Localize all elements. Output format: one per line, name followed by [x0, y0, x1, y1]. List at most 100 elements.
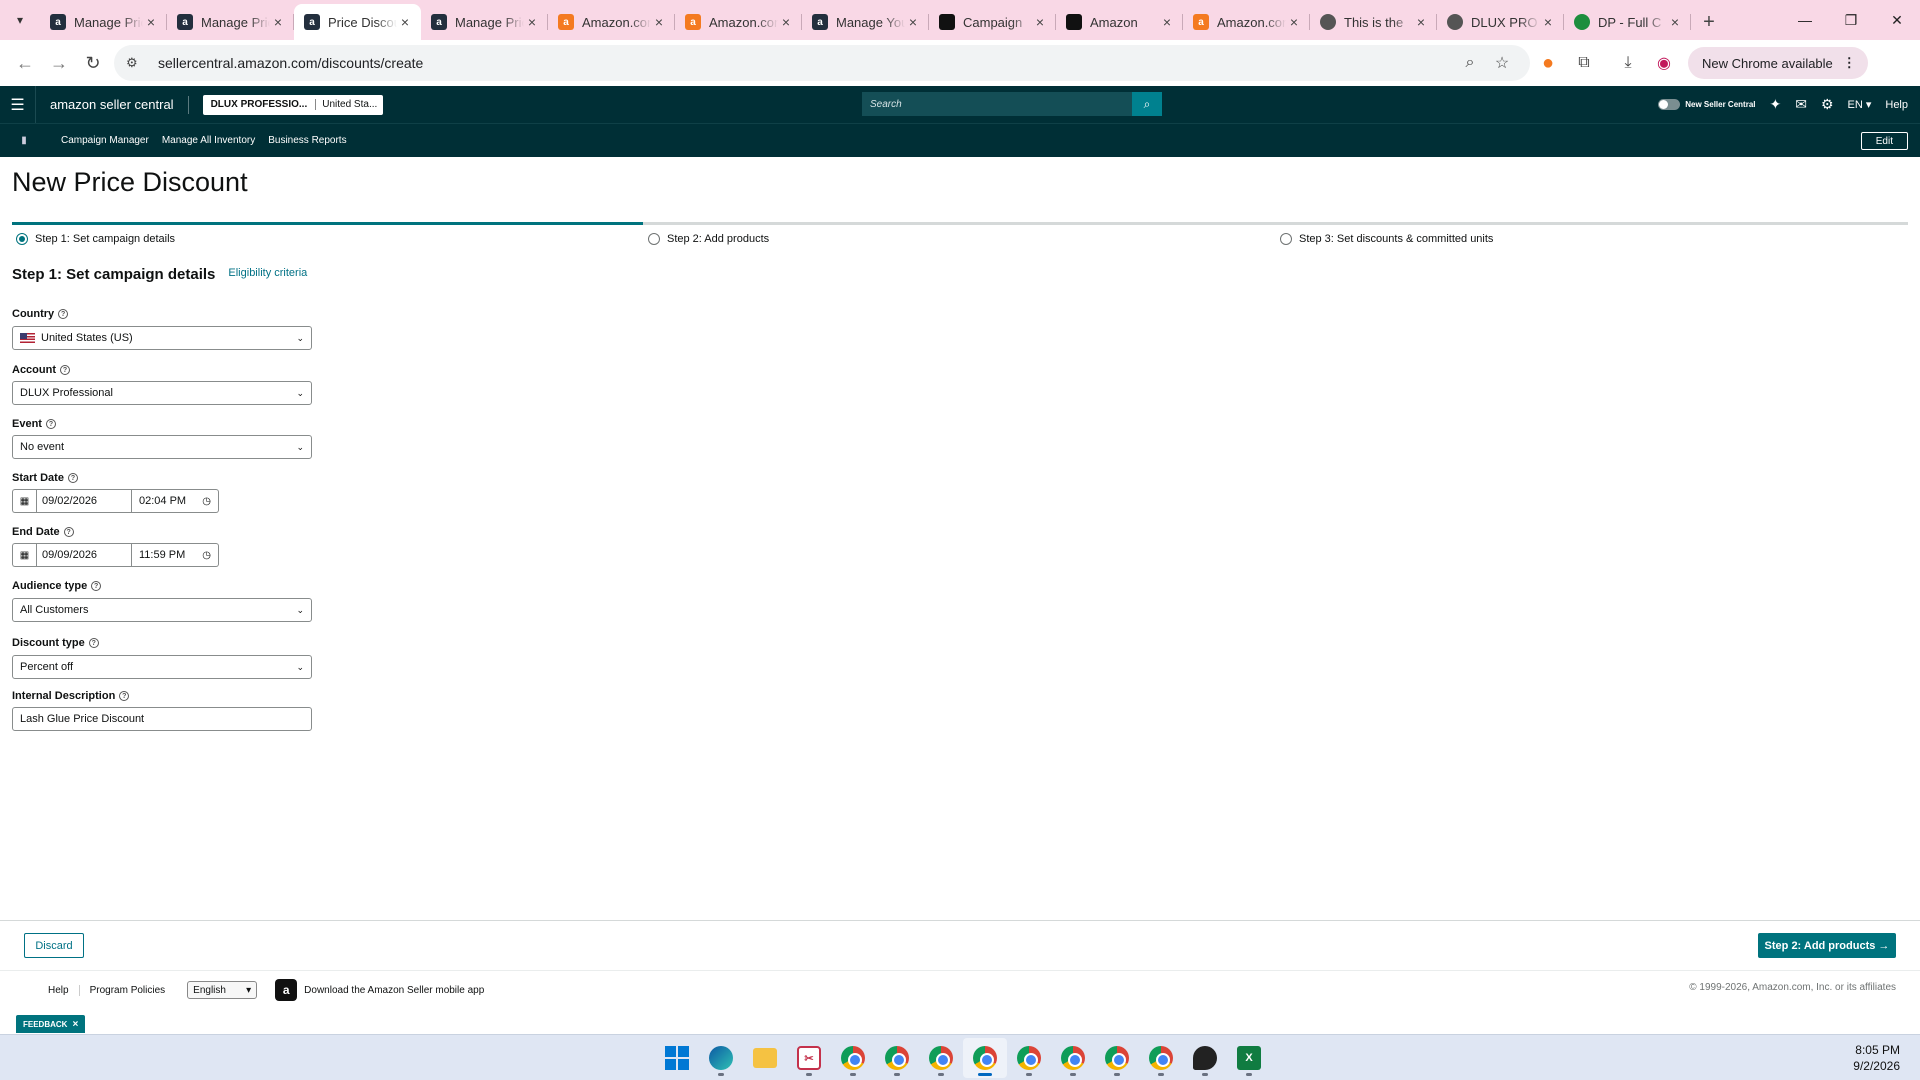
calendar-icon[interactable]: ▦: [12, 489, 36, 513]
taskbar-clock[interactable]: 8:05 PM 9/2/2026: [1853, 1042, 1900, 1074]
step-3[interactable]: Step 3: Set discounts & committed units: [1280, 233, 1493, 245]
close-tab-icon[interactable]: ×: [1667, 14, 1683, 30]
help-icon[interactable]: ?: [45, 419, 56, 429]
discard-button[interactable]: Discard: [24, 933, 84, 958]
download-icon[interactable]: ⤓: [1610, 45, 1646, 81]
new-chrome-available-button[interactable]: New Chrome available ⋮: [1688, 47, 1868, 79]
browser-tab[interactable]: Campaign ×: [929, 4, 1056, 40]
nav-link-business-reports[interactable]: Business Reports: [268, 135, 346, 146]
browser-tab[interactable]: DLUX PRO ×: [1437, 4, 1564, 40]
footer-help-link[interactable]: Help: [48, 984, 80, 996]
taskbar-chrome-2[interactable]: [875, 1038, 919, 1078]
taskbar-chrome-4[interactable]: [963, 1038, 1007, 1078]
account-select[interactable]: DLUX Professional ⌄: [12, 381, 312, 405]
zoom-icon[interactable]: ⌕: [1454, 54, 1486, 72]
help-link[interactable]: Help: [1885, 99, 1908, 111]
taskbar-chrome-6[interactable]: [1051, 1038, 1095, 1078]
clock-icon[interactable]: ◷: [202, 496, 211, 507]
step-2-radio[interactable]: [648, 233, 660, 245]
taskbar-chrome-7[interactable]: [1095, 1038, 1139, 1078]
profile-icon[interactable]: ◉: [1646, 45, 1682, 81]
reload-icon[interactable]: ↻: [76, 46, 110, 80]
close-window-icon[interactable]: ✕: [1874, 0, 1920, 40]
browser-tab[interactable]: a Price Discounts×: [294, 4, 421, 40]
close-tab-icon[interactable]: ×: [905, 14, 921, 30]
start-date-input[interactable]: 09/02/2026: [36, 489, 132, 513]
close-tab-icon[interactable]: ×: [397, 14, 413, 30]
site-info-icon[interactable]: ⚙: [126, 55, 148, 71]
footer-program-policies-link[interactable]: Program Policies: [80, 985, 176, 996]
browser-tab[interactable]: a Manage Pricing×: [40, 4, 167, 40]
toggle-switch[interactable]: [1658, 99, 1681, 110]
extensions-puzzle-icon[interactable]: ⧉: [1566, 45, 1602, 81]
taskbar-chrome-8[interactable]: [1139, 1038, 1183, 1078]
close-tab-icon[interactable]: ×: [143, 14, 159, 30]
taskbar-snipping-tool[interactable]: ✂: [787, 1038, 831, 1078]
browser-tab[interactable]: a Manage Pricing×: [167, 4, 294, 40]
sparkle-icon[interactable]: ✦: [1769, 96, 1781, 113]
country-select[interactable]: United States (US) ⌄: [12, 326, 312, 350]
browser-tab[interactable]: This is the ×: [1310, 4, 1437, 40]
close-tab-icon[interactable]: ×: [1540, 14, 1556, 30]
footer-language-select[interactable]: English ▾: [187, 981, 258, 999]
nav-link-campaign-manager[interactable]: Campaign Manager: [61, 135, 149, 146]
close-feedback-icon[interactable]: ×: [72, 1019, 78, 1030]
address-bar[interactable]: ⚙ sellercentral.amazon.com/discounts/cre…: [114, 45, 1530, 81]
step-3-radio[interactable]: [1280, 233, 1292, 245]
download-app-link[interactable]: Download the Amazon Seller mobile app: [304, 985, 484, 996]
new-tab-icon[interactable]: +: [1691, 4, 1727, 40]
close-tab-icon[interactable]: ×: [524, 14, 540, 30]
browser-tab[interactable]: Amazon ×: [1056, 4, 1183, 40]
feedback-tab[interactable]: FEEDBACK ×: [16, 1015, 86, 1033]
help-icon[interactable]: ?: [67, 473, 78, 483]
url-text[interactable]: sellercentral.amazon.com/discounts/creat…: [158, 55, 1454, 71]
more-menu-icon[interactable]: ⋮: [1843, 55, 1856, 71]
taskbar-chat[interactable]: [1183, 1038, 1227, 1078]
forward-icon[interactable]: →: [42, 46, 76, 80]
minimize-icon[interactable]: —: [1782, 0, 1828, 40]
discount-type-select[interactable]: Percent off ⌄: [12, 655, 312, 679]
search-icon[interactable]: ⌕: [1132, 92, 1162, 116]
help-icon[interactable]: ?: [88, 638, 99, 648]
close-tab-icon[interactable]: ×: [1159, 14, 1175, 30]
bookmark-icon[interactable]: ▮: [0, 135, 48, 146]
step-2[interactable]: Step 2: Add products: [648, 233, 769, 245]
edit-nav-button[interactable]: Edit: [1860, 132, 1908, 150]
help-icon[interactable]: ?: [63, 527, 74, 537]
browser-tab[interactable]: a Amazon.com ×: [675, 4, 802, 40]
close-tab-icon[interactable]: ×: [1032, 14, 1048, 30]
next-step-button[interactable]: Step 2: Add products →: [1758, 933, 1896, 958]
new-seller-central-toggle[interactable]: New Seller Central: [1658, 99, 1755, 110]
close-tab-icon[interactable]: ×: [1413, 14, 1429, 30]
settings-gear-icon[interactable]: ⚙: [1821, 96, 1834, 113]
help-icon[interactable]: ?: [91, 581, 102, 591]
taskbar-chrome-3[interactable]: [919, 1038, 963, 1078]
hamburger-menu-icon[interactable]: ☰: [0, 86, 36, 123]
search-input[interactable]: [862, 92, 1132, 116]
taskbar-excel[interactable]: X: [1227, 1038, 1271, 1078]
audience-type-select[interactable]: All Customers ⌄: [12, 598, 312, 622]
taskbar-file-explorer[interactable]: [743, 1038, 787, 1078]
taskbar-edge[interactable]: [699, 1038, 743, 1078]
eligibility-criteria-link[interactable]: Eligibility criteria: [228, 267, 307, 279]
back-icon[interactable]: ←: [8, 46, 42, 80]
step-1-radio[interactable]: [16, 233, 28, 245]
clock-icon[interactable]: ◷: [202, 550, 211, 561]
browser-tab[interactable]: a Manage Pricing×: [421, 4, 548, 40]
taskbar-chrome-1[interactable]: [831, 1038, 875, 1078]
help-icon[interactable]: ?: [119, 691, 130, 701]
end-time-input[interactable]: 11:59 PM ◷: [132, 543, 219, 567]
close-tab-icon[interactable]: ×: [270, 14, 286, 30]
seller-central-logo[interactable]: amazon seller central: [50, 97, 174, 112]
extension-orange-icon[interactable]: ●: [1530, 45, 1566, 81]
internal-description-input[interactable]: Lash Glue Price Discount: [12, 707, 312, 731]
event-select[interactable]: No event ⌄: [12, 435, 312, 459]
browser-tab[interactable]: a Amazon.com ×: [1183, 4, 1310, 40]
nav-link-manage-all-inventory[interactable]: Manage All Inventory: [162, 135, 255, 146]
help-icon[interactable]: ?: [58, 309, 69, 319]
account-switcher[interactable]: DLUX PROFESSIO... United Sta...: [202, 94, 384, 115]
bookmark-star-icon[interactable]: ☆: [1486, 53, 1518, 73]
start-time-input[interactable]: 02:04 PM ◷: [132, 489, 219, 513]
start-menu-button[interactable]: [655, 1038, 699, 1078]
end-date-input[interactable]: 09/09/2026: [36, 543, 132, 567]
